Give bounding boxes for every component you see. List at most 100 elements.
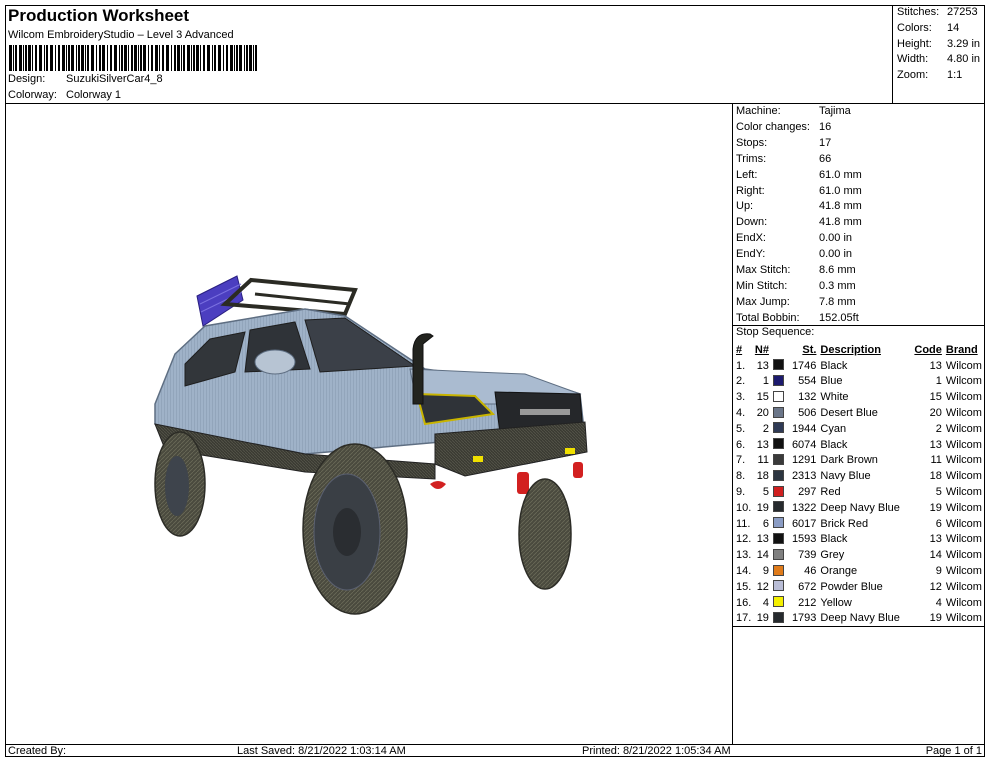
- stitch-count: 1291: [791, 454, 817, 467]
- created-by: Created By:: [8, 745, 67, 757]
- thread-description: Yellow: [820, 596, 852, 609]
- spec-value: 0.00 in: [819, 248, 853, 261]
- needle-number: 5: [762, 486, 769, 499]
- thread-description: Red: [820, 486, 841, 499]
- table-row: 16. 4 212 Yellow 4 Wilcom: [733, 595, 985, 611]
- needle-number: 19: [756, 501, 769, 514]
- spec-row: Min Stitch: 0.3 mm: [736, 280, 856, 292]
- barcode-image: [9, 45, 257, 71]
- row-number: 6.: [736, 438, 746, 451]
- color-swatch: [772, 422, 784, 434]
- thread-description: Cyan: [820, 422, 847, 435]
- printed-date: Printed: 8/21/2022 1:05:34 AM: [582, 745, 731, 757]
- thread-brand: Wilcom: [945, 359, 982, 372]
- needle-number: 9: [762, 565, 769, 578]
- table-row: 6. 13 6074 Black 13 Wilcom: [733, 437, 985, 453]
- design-value: SuzukiSilverCar4_8: [66, 73, 163, 85]
- thread-brand: Wilcom: [945, 391, 982, 404]
- color-swatch: [772, 469, 784, 481]
- needle-number: 15: [756, 391, 769, 404]
- spec-row: Right: 61.0 mm: [736, 185, 862, 197]
- stitch-count: 554: [798, 375, 817, 388]
- spec-value: 61.0 mm: [819, 184, 862, 197]
- col-header-needle: N#: [754, 343, 769, 356]
- spec-label: EndX:: [736, 232, 766, 245]
- stitch-count: 1746: [791, 359, 817, 372]
- spec-row: Trims: 66: [736, 153, 831, 165]
- stitch-count: 506: [798, 407, 817, 420]
- col-header-code: Code: [914, 343, 942, 356]
- thread-description: Black: [820, 438, 848, 451]
- spec-row: Stops: 17: [736, 137, 831, 149]
- color-swatch: [772, 580, 784, 592]
- color-swatch: [772, 406, 784, 418]
- thread-code: 14: [929, 549, 942, 562]
- thread-brand: Wilcom: [945, 486, 982, 499]
- color-swatch: [772, 485, 784, 497]
- thread-code: 19: [929, 612, 942, 625]
- embroidered-suv-image: [154, 275, 588, 615]
- table-row: 8. 18 2313 Navy Blue 18 Wilcom: [733, 468, 985, 484]
- colorway-value: Colorway 1: [66, 89, 122, 101]
- spec-row: Max Jump: 7.8 mm: [736, 296, 856, 308]
- thread-brand: Wilcom: [945, 517, 982, 530]
- spec-label: Min Stitch:: [736, 279, 788, 292]
- summary-stitches: Stitches: 27253: [897, 6, 978, 18]
- thread-description: Blue: [820, 375, 843, 388]
- spec-value: 0.00 in: [819, 232, 853, 245]
- table-row: 2. 1 554 Blue 1 Wilcom: [733, 374, 985, 390]
- color-swatch: [772, 501, 784, 513]
- color-swatch: [772, 517, 784, 529]
- thread-code: 13: [929, 438, 942, 451]
- thread-description: Deep Navy Blue: [820, 612, 900, 625]
- table-row: 5. 2 1944 Cyan 2 Wilcom: [733, 421, 985, 437]
- spec-value: 41.8 mm: [819, 200, 862, 213]
- table-row: 12. 13 1593 Black 13 Wilcom: [733, 532, 985, 548]
- table-row: 7. 11 1291 Dark Brown 11 Wilcom: [733, 453, 985, 469]
- stitch-count: 132: [798, 391, 817, 404]
- thread-code: 5: [935, 486, 942, 499]
- stitch-count: 6017: [791, 517, 817, 530]
- stop-sequence-label: Stop Sequence:: [736, 326, 815, 338]
- row-number: 5.: [736, 422, 746, 435]
- thread-code: 13: [929, 359, 942, 372]
- spec-value: 61.0 mm: [819, 168, 862, 181]
- thread-brand: Wilcom: [945, 375, 982, 388]
- spec-label: Up:: [736, 200, 754, 213]
- thread-description: Navy Blue: [820, 470, 871, 483]
- spec-label: Left:: [736, 168, 758, 181]
- color-swatch: [772, 438, 784, 450]
- divider: [733, 626, 985, 627]
- spec-row: EndX: 0.00 in: [736, 232, 852, 244]
- spec-row: EndY: 0.00 in: [736, 248, 852, 260]
- row-number: 7.: [736, 454, 746, 467]
- page-title: Production Worksheet: [8, 6, 190, 25]
- colorway-label: Colorway:: [8, 89, 57, 101]
- thread-brand: Wilcom: [945, 612, 982, 625]
- spec-label: Total Bobbin:: [736, 311, 800, 324]
- row-number: 4.: [736, 407, 746, 420]
- thread-brand: Wilcom: [945, 470, 982, 483]
- needle-number: 20: [756, 407, 769, 420]
- spec-row: Machine: Tajima: [736, 105, 851, 117]
- table-row: 14. 9 46 Orange 9 Wilcom: [733, 563, 985, 579]
- row-number: 9.: [736, 486, 746, 499]
- colorway-row: Colorway: Colorway 1: [8, 89, 121, 101]
- thread-description: Powder Blue: [820, 580, 883, 593]
- table-row: 1. 13 1746 Black 13 Wilcom: [733, 358, 985, 374]
- thread-brand: Wilcom: [945, 533, 982, 546]
- thread-brand: Wilcom: [945, 565, 982, 578]
- stitch-count: 1593: [791, 533, 817, 546]
- spec-row: Total Bobbin: 152.05ft: [736, 312, 859, 324]
- spec-row: Color changes: 16: [736, 121, 831, 133]
- spec-value: 8.6 mm: [819, 264, 856, 276]
- design-preview-canvas: [5, 104, 733, 744]
- color-swatch: [772, 374, 784, 386]
- summary-width: Width: 4.80 in: [897, 53, 981, 65]
- worksheet-header: Production Worksheet Wilcom EmbroiderySt…: [5, 5, 893, 104]
- page-number: Page 1 of 1: [925, 745, 982, 757]
- thread-brand: Wilcom: [945, 596, 982, 609]
- stitch-count: 6074: [791, 438, 817, 451]
- col-header-stitches: St.: [802, 343, 817, 356]
- spec-label: Trims:: [736, 152, 767, 165]
